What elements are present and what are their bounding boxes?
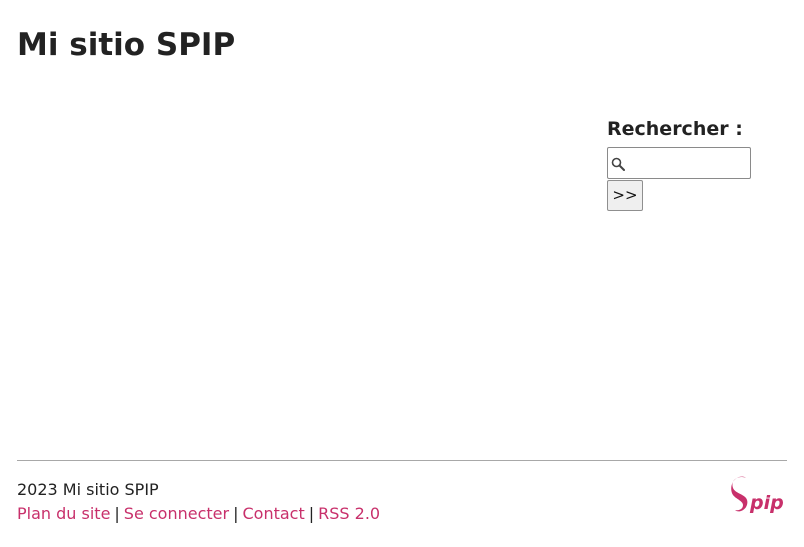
svg-text:pip: pip (749, 492, 784, 514)
spip-logo-icon[interactable]: pip (730, 476, 784, 518)
search-submit-button[interactable]: >> (607, 180, 643, 211)
search-form: Rechercher : >> (607, 116, 797, 211)
footer: 2023 Mi sitio SPIP Plan du site | Se conne… (17, 478, 380, 526)
footer-copyright: 2023 Mi sitio SPIP (17, 480, 159, 499)
search-input[interactable] (628, 148, 746, 178)
page: Mi sitio SPIP Rechercher : >> 2023 Mi si… (0, 0, 804, 547)
search-label: Rechercher : (607, 118, 743, 140)
site-title[interactable]: Mi sitio SPIP (17, 24, 235, 66)
footer-link-contact[interactable]: Contact (242, 504, 304, 523)
search-icon (611, 156, 625, 171)
footer-link-login[interactable]: Se connecter (124, 504, 229, 523)
footer-link-rss[interactable]: RSS 2.0 (318, 504, 380, 523)
footer-divider (17, 460, 787, 461)
footer-separator: | (308, 504, 315, 523)
footer-links: Plan du site | Se connecter | Contact | RSS 2.… (17, 502, 380, 526)
footer-separator: | (233, 504, 239, 523)
footer-link-sitemap[interactable]: Plan du site (17, 504, 110, 523)
footer-separator: | (114, 504, 120, 523)
search-field[interactable] (607, 147, 751, 179)
